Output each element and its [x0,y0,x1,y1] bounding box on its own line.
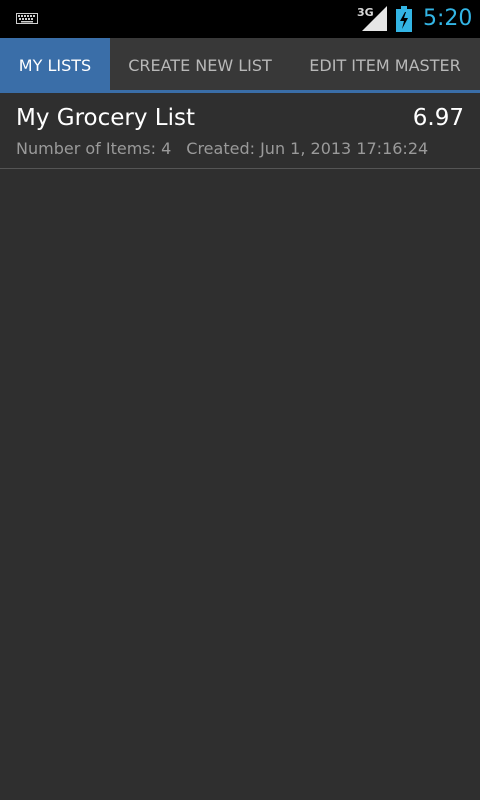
tab-edit-item-master[interactable]: EDIT ITEM MASTER [290,38,480,90]
status-bar: 3G 5:20 [0,0,480,38]
list-name: My Grocery List [16,105,195,131]
tab-my-lists[interactable]: MY LISTS [0,38,110,90]
lists-container: My Grocery List 6.97 Number of Items: 4 C… [0,93,480,169]
list-item-count: Number of Items: 4 [16,139,172,158]
clock: 5:20 [423,6,473,31]
keyboard-icon [16,13,38,24]
list-created-date: Created: Jun 1, 2013 17:16:24 [186,139,429,158]
battery-charging-icon [396,6,412,32]
list-total: 6.97 [412,105,464,131]
tab-bar: MY LISTS CREATE NEW LIST EDIT ITEM MASTE… [0,38,480,93]
signal-icon [362,6,387,31]
tab-create-new-list[interactable]: CREATE NEW LIST [110,38,290,90]
list-item[interactable]: My Grocery List 6.97 Number of Items: 4 C… [0,93,480,169]
list-meta: Number of Items: 4 Created: Jun 1, 2013 1… [16,139,428,158]
